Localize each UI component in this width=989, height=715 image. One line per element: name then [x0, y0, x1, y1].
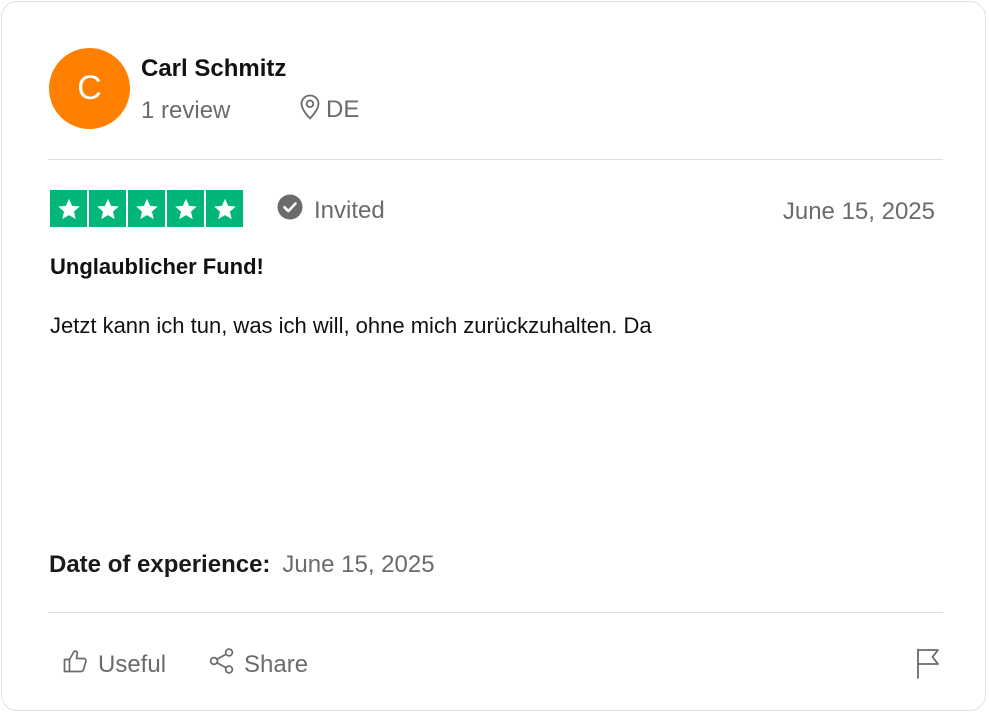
review-body: Jetzt kann ich tun, was ich will, ohne m…	[50, 313, 652, 338]
star-icon	[50, 190, 87, 227]
invited-badge[interactable]: Invited	[277, 194, 385, 227]
share-label: Share	[244, 650, 309, 678]
avatar-initial: C	[77, 69, 102, 107]
review-count: 1 review	[141, 97, 231, 124]
review-actions: Useful Share	[62, 647, 308, 682]
invited-label: Invited	[314, 196, 385, 224]
reviewer-name[interactable]: Carl Schmitz	[141, 55, 286, 83]
divider	[48, 159, 943, 160]
review-date: June 15, 2025	[782, 198, 935, 225]
date-of-experience: Date of experience: June 15, 2025	[49, 551, 435, 579]
star-icon	[167, 190, 204, 227]
experience-label: Date of experience:	[49, 551, 271, 578]
flag-icon	[915, 648, 943, 683]
reviewer-location: DE	[300, 94, 360, 127]
thumbs-up-icon	[62, 647, 90, 682]
star-icon	[128, 190, 165, 227]
avatar[interactable]: C	[49, 48, 130, 129]
star-icon	[89, 190, 126, 227]
useful-button[interactable]: Useful	[62, 647, 166, 682]
experience-date: June 15, 2025	[282, 551, 435, 578]
check-circle-icon	[277, 194, 303, 227]
divider	[48, 612, 943, 613]
report-button[interactable]	[915, 647, 943, 679]
star-icon	[206, 190, 243, 227]
location-pin-icon	[300, 94, 320, 127]
share-button[interactable]: Share	[208, 647, 308, 682]
share-icon	[208, 647, 236, 682]
review-title[interactable]: Unglaublicher Fund!	[50, 254, 264, 280]
star-rating	[50, 190, 243, 227]
review-card: C Carl Schmitz 1 review DE Invited June …	[1, 1, 986, 711]
country-code: DE	[326, 96, 360, 123]
useful-label: Useful	[98, 650, 167, 678]
